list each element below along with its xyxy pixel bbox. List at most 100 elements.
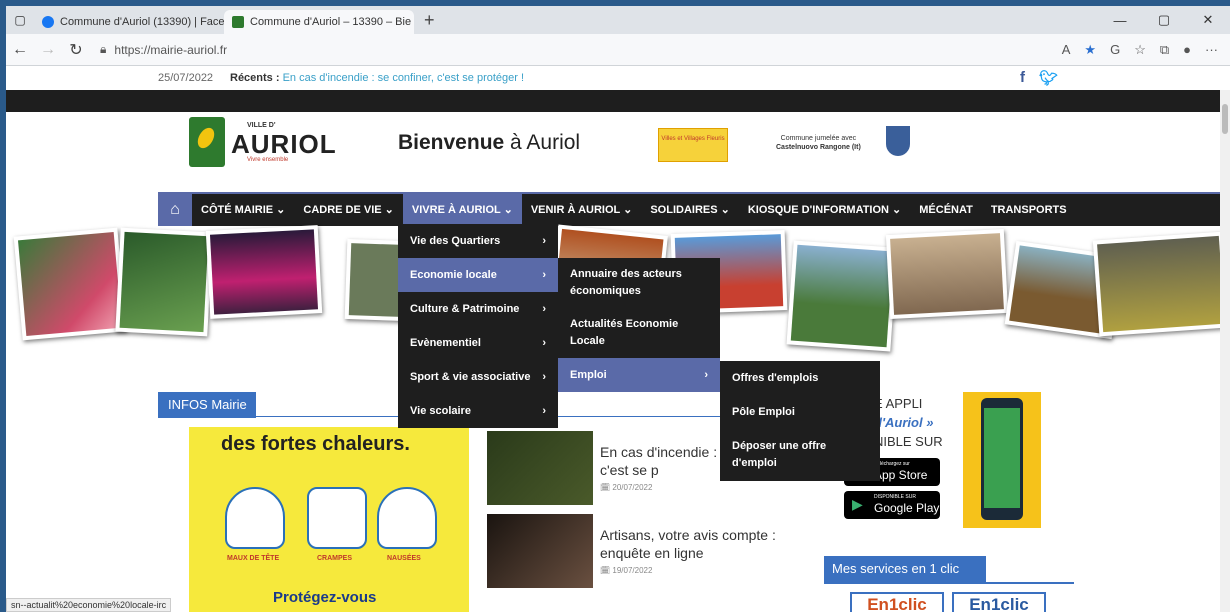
read-aloud-icon[interactable]: A: [1062, 42, 1071, 58]
profile-avatar[interactable]: ●: [1183, 42, 1191, 58]
news-date: 🗓︎ 19/07/2022: [600, 566, 653, 575]
news-title[interactable]: Artisans, votre avis compte : enquête en…: [600, 526, 800, 562]
menu-label: Pôle Emploi: [732, 405, 795, 418]
tab-title: Commune d'Auriol – 13390 – Bie: [250, 16, 412, 28]
menu-annuaire-acteurs[interactable]: Annuaire des acteurs économiques: [558, 258, 720, 308]
lock-icon: 🔒︎: [100, 42, 107, 56]
nav-transports[interactable]: TRANSPORTS: [982, 194, 1076, 226]
services-heading: Mes services en 1 clic: [824, 556, 986, 582]
jumelage-line2: Castelnuovo Rangone (It): [776, 144, 861, 151]
en1clic-button[interactable]: En1clic: [850, 592, 944, 612]
poster-label: CRAMPES: [317, 555, 353, 562]
app-line2: d'Auriol »: [874, 415, 934, 430]
favorite-star-icon[interactable]: ★: [1084, 42, 1096, 58]
menu-label: Déposer une offre d'emploi: [732, 440, 827, 469]
menu-label: Emploi: [570, 368, 607, 381]
home-icon[interactable]: ⌂: [158, 194, 192, 226]
menu-offres-emplois[interactable]: Offres d'emplois: [720, 361, 880, 395]
collections-icon[interactable]: ⧉: [1160, 42, 1169, 58]
jumelage-line1: Commune jumelée avec: [780, 135, 857, 142]
menu-evenementiel[interactable]: Evènementiel ›: [398, 326, 558, 360]
services-divider: [824, 582, 1074, 584]
banner-photo: [115, 227, 213, 337]
forward-button[interactable]: →: [34, 41, 62, 59]
new-tab-button[interactable]: +: [414, 8, 445, 34]
recents-link[interactable]: En cas d'incendie : se confiner, c'est s…: [283, 72, 524, 84]
menu-emploi[interactable]: Emploi ›: [558, 358, 720, 392]
heatwave-poster[interactable]: des fortes chaleurs. MAUX DE TÊTE CRAMPE…: [189, 427, 469, 612]
menu-deposer-offre[interactable]: Déposer une offre d'emploi: [720, 429, 880, 481]
dropdown-economie-locale: Annuaire des acteurs économiques Actuali…: [558, 258, 720, 392]
google-small: DISPONIBLE SUR: [874, 494, 916, 500]
minimize-button[interactable]: —: [1098, 6, 1142, 34]
tab-title: Commune d'Auriol (13390) | Face: [60, 16, 224, 28]
close-window-button[interactable]: ✕: [1186, 6, 1230, 34]
chevron-right-icon: ›: [704, 368, 708, 381]
current-date: 25/07/2022: [158, 72, 214, 84]
villes-fleuris-badge: Villes et Villages Fleuris: [658, 128, 728, 162]
google-label: Google Play: [874, 501, 940, 515]
news-date-value: 19/07/2022: [612, 566, 653, 575]
news-item[interactable]: Artisans, votre avis compte : enquête en…: [487, 514, 797, 594]
chevron-right-icon: ›: [542, 302, 546, 315]
menu-culture-patrimoine[interactable]: Culture & Patrimoine ›: [398, 292, 558, 326]
dropdown-emploi: Offres d'emplois Pôle Emploi Déposer une…: [720, 361, 880, 481]
welcome-rest: à Auriol: [504, 131, 581, 154]
menu-sport-vie-associative[interactable]: Sport & vie associative ›: [398, 360, 558, 394]
menu-pole-emploi[interactable]: Pôle Emploi: [720, 395, 880, 429]
banner-photo: [786, 240, 898, 352]
status-bar-url: sn--actualit%20economie%20locale-irc: [6, 598, 172, 612]
chevron-right-icon: ›: [542, 370, 546, 383]
menu-economie-locale[interactable]: Economie locale ›: [398, 258, 558, 292]
menu-actualites-economie[interactable]: Actualités Economie Locale: [558, 308, 720, 358]
castelnuovo-crest-icon: [886, 126, 910, 156]
favorites-icon[interactable]: ☆: [1134, 42, 1146, 58]
nav-cadre-de-vie[interactable]: CADRE DE VIE ⌄: [294, 194, 403, 226]
app-line1: E APPLI: [874, 396, 923, 411]
recent-news: Récents : En cas d'incendie : se confine…: [230, 72, 524, 84]
refresh-page-icon[interactable]: G: [1110, 42, 1120, 58]
app-phone-image: [963, 392, 1041, 528]
en1clic-button[interactable]: En1clic: [952, 592, 1046, 612]
chevron-right-icon: ›: [542, 404, 546, 417]
nav-cote-mairie[interactable]: CÔTÉ MAIRIE ⌄: [192, 194, 294, 226]
infos-mairie-heading: INFOS Mairie: [158, 392, 256, 418]
scrollbar-thumb[interactable]: [1222, 104, 1228, 134]
back-button[interactable]: ←: [6, 41, 34, 59]
nav-vivre-a-auriol[interactable]: VIVRE À AURIOL ⌄: [402, 194, 522, 226]
logo-ville: VILLE D': [247, 122, 276, 129]
menu-vie-scolaire[interactable]: Vie scolaire ›: [398, 394, 558, 428]
facebook-icon[interactable]: f: [1020, 69, 1025, 87]
jumelage-text: Commune jumelée avec Castelnuovo Rangone…: [776, 134, 861, 152]
menu-vie-des-quartiers[interactable]: Vie des Quartiers ›: [398, 224, 558, 258]
twitter-icon[interactable]: 🐦︎: [1039, 69, 1058, 87]
url-field[interactable]: 🔒︎ https://mairie-auriol.fr: [100, 42, 1062, 57]
poster-label: MAUX DE TÊTE: [227, 555, 280, 562]
refresh-button[interactable]: ↻: [62, 40, 90, 60]
site-header: VILLE D' AURIOL Vivre ensemble Bienvenue…: [6, 112, 1230, 192]
page-scrollbar[interactable]: [1220, 90, 1230, 612]
tab-facebook[interactable]: Commune d'Auriol (13390) | Face ✕: [34, 10, 224, 34]
nav-solidaires[interactable]: SOLIDAIRES ⌄: [641, 194, 739, 226]
auriol-logo[interactable]: VILLE D' AURIOL Vivre ensemble: [189, 117, 336, 169]
facebook-favicon-icon: [42, 16, 54, 28]
main-nav: ⌂ CÔTÉ MAIRIE ⌄ CADRE DE VIE ⌄ VIVRE À A…: [158, 192, 1230, 226]
address-bar: ← → ↻ 🔒︎ https://mairie-auriol.fr A ★ G …: [6, 34, 1230, 66]
nav-venir-a-auriol[interactable]: VENIR À AURIOL ⌄: [522, 194, 642, 226]
chevron-right-icon: ›: [542, 234, 546, 247]
browser-window: ▢ Commune d'Auriol (13390) | Face ✕ Comm…: [6, 6, 1230, 612]
auriol-favicon-icon: [232, 16, 244, 28]
tab-actions-icon[interactable]: ▢: [6, 6, 34, 34]
menu-label: Actualités Economie Locale: [570, 318, 679, 347]
nav-kiosque[interactable]: KIOSQUE D'INFORMATION ⌄: [739, 194, 910, 226]
more-menu-icon[interactable]: ···: [1205, 42, 1218, 58]
app-line3: NIBLE SUR: [874, 434, 943, 449]
tab-auriol[interactable]: Commune d'Auriol – 13390 – Bie ✕: [224, 10, 414, 34]
nav-mecenat[interactable]: MÉCÉNAT: [910, 194, 982, 226]
maximize-button[interactable]: ▢: [1142, 6, 1186, 34]
welcome-title: Bienvenue à Auriol: [398, 131, 580, 155]
chevron-right-icon: ›: [542, 268, 546, 281]
site-blackbar: [6, 90, 1230, 112]
google-play-button[interactable]: ▶ DISPONIBLE SUR Google Play: [844, 491, 940, 519]
tab-bar: ▢ Commune d'Auriol (13390) | Face ✕ Comm…: [6, 6, 1230, 34]
